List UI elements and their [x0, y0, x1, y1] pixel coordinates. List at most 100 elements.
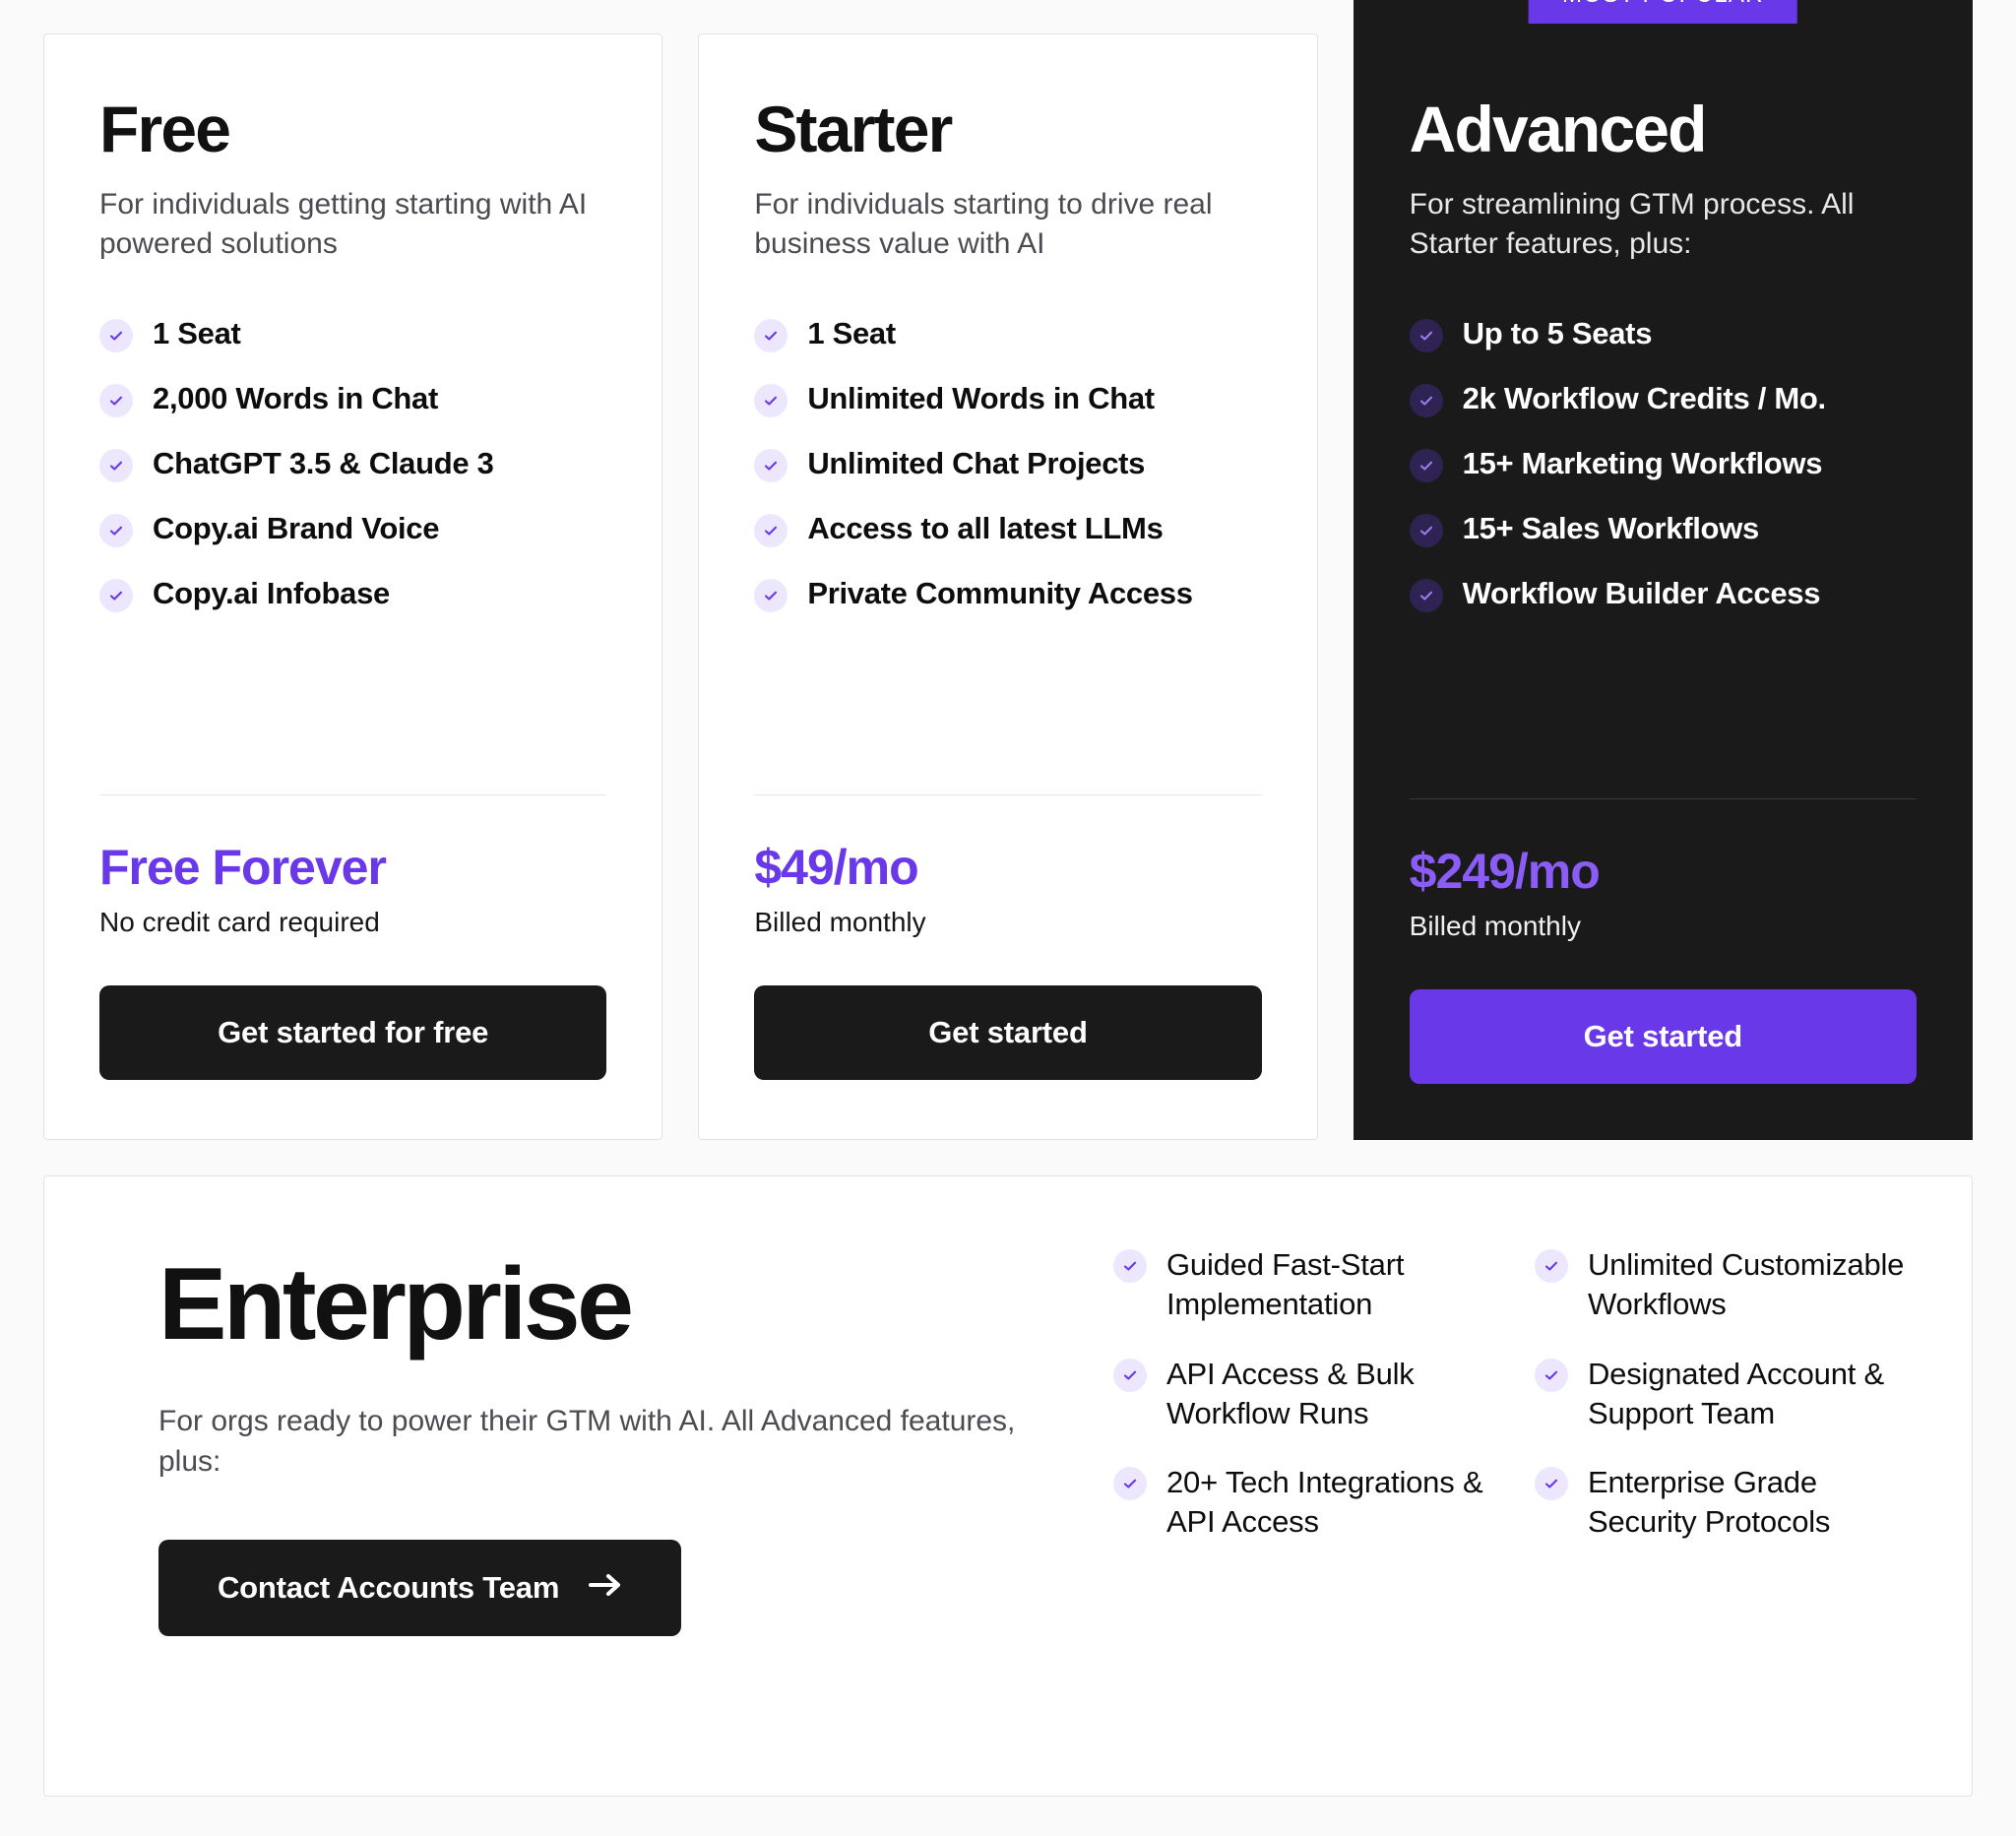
check-icon	[754, 384, 788, 418]
feature-item: Enterprise Grade Security Protocols	[1535, 1463, 1913, 1543]
plan-name: Starter	[754, 93, 953, 165]
enterprise-left-column: Enterprise For orgs ready to power their…	[158, 1241, 1074, 1737]
feature-label: API Access & Bulk Workflow Runs	[1166, 1356, 1415, 1430]
check-icon	[99, 319, 133, 353]
check-icon	[99, 514, 133, 548]
feature-list: 1 Seat 2,000 Words in Chat ChatGPT 3.5 &…	[99, 315, 606, 613]
plan-description: For individuals starting to drive real b…	[754, 188, 1213, 261]
feature-label: 15+ Marketing Workflows	[1462, 446, 1823, 481]
feature-item: 2,000 Words in Chat	[99, 380, 606, 418]
check-icon	[1535, 1467, 1568, 1501]
contact-accounts-team-button[interactable]: Contact Accounts Team	[158, 1539, 682, 1636]
feature-label: Unlimited Words in Chat	[807, 381, 1155, 416]
get-started-free-button[interactable]: Get started for free	[99, 985, 607, 1080]
check-icon	[1535, 1358, 1568, 1392]
plan-description: For orgs ready to power their GTM with A…	[158, 1405, 1016, 1479]
enterprise-feature-column-1: Guided Fast-Start Implementation API Acc…	[1113, 1245, 1491, 1737]
feature-item: 15+ Marketing Workflows	[1409, 445, 1917, 483]
feature-label: Unlimited Customizable Workflows	[1588, 1247, 1905, 1322]
plan-name: Enterprise	[158, 1247, 634, 1361]
feature-label: 15+ Sales Workflows	[1462, 511, 1760, 546]
plan-card-starter: Starter For individuals starting to driv…	[698, 33, 1318, 1140]
most-popular-badge: MOST POPULAR	[1528, 0, 1797, 24]
get-started-advanced-button[interactable]: Get started	[1409, 989, 1917, 1084]
price-block: $249/mo Billed monthly	[1410, 799, 1917, 942]
check-icon	[1113, 1467, 1147, 1501]
feature-label: Up to 5 Seats	[1462, 316, 1653, 351]
price-note: Billed monthly	[1409, 911, 1581, 941]
feature-item: Private Community Access	[754, 575, 1261, 613]
feature-item: API Access & Bulk Workflow Runs	[1113, 1355, 1491, 1434]
check-icon	[99, 579, 133, 613]
feature-item: Copy.ai Infobase	[99, 575, 606, 613]
enterprise-feature-column-2: Unlimited Customizable Workflows Designa…	[1535, 1245, 1913, 1737]
feature-list: 1 Seat Unlimited Words in Chat Unlimited…	[754, 315, 1261, 613]
check-icon	[1113, 1358, 1147, 1392]
enterprise-feature-columns: Guided Fast-Start Implementation API Acc…	[1113, 1241, 1913, 1737]
feature-label: 1 Seat	[153, 316, 241, 351]
feature-label: ChatGPT 3.5 & Claude 3	[153, 446, 494, 481]
feature-item: Copy.ai Brand Voice	[99, 510, 606, 548]
plan-description: For streamlining GTM process. All Starte…	[1409, 188, 1855, 261]
feature-item: Designated Account & Support Team	[1535, 1355, 1913, 1434]
feature-label: 20+ Tech Integrations & API Access	[1166, 1465, 1483, 1540]
feature-item: 1 Seat	[754, 315, 1261, 353]
price-value: Free Forever	[99, 840, 387, 895]
check-icon	[99, 449, 133, 483]
plan-name: Advanced	[1409, 93, 1708, 165]
feature-label: Designated Account & Support Team	[1588, 1356, 1885, 1430]
plan-cards-row: Free For individuals getting starting wi…	[43, 0, 1973, 1140]
feature-item: Workflow Builder Access	[1409, 575, 1917, 613]
feature-label: Guided Fast-Start Implementation	[1166, 1247, 1405, 1322]
check-icon	[1409, 384, 1443, 418]
plan-description: For individuals getting starting with AI…	[99, 188, 588, 261]
contact-accounts-team-label: Contact Accounts Team	[218, 1569, 560, 1605]
feature-item: 2k Workflow Credits / Mo.	[1409, 380, 1917, 418]
check-icon	[1409, 319, 1443, 353]
feature-item: Up to 5 Seats	[1409, 315, 1917, 353]
check-icon	[1409, 514, 1443, 548]
feature-label: Access to all latest LLMs	[807, 511, 1164, 546]
feature-item: ChatGPT 3.5 & Claude 3	[99, 445, 606, 483]
feature-label: 1 Seat	[807, 316, 896, 351]
check-icon	[754, 514, 788, 548]
feature-label: Copy.ai Brand Voice	[153, 511, 440, 546]
plan-name: Free	[99, 93, 231, 165]
feature-item: Guided Fast-Start Implementation	[1113, 1245, 1491, 1325]
price-note: No credit card required	[99, 907, 380, 937]
feature-list: Up to 5 Seats 2k Workflow Credits / Mo. …	[1409, 315, 1917, 613]
feature-label: Unlimited Chat Projects	[807, 446, 1146, 481]
check-icon	[754, 579, 788, 613]
get-started-starter-button[interactable]: Get started	[754, 985, 1262, 1080]
price-value: $249/mo	[1409, 844, 1601, 899]
check-icon	[754, 449, 788, 483]
price-value: $49/mo	[754, 840, 918, 895]
price-block: $49/mo Billed monthly	[754, 795, 1261, 938]
feature-label: Workflow Builder Access	[1462, 576, 1821, 611]
plan-card-free: Free For individuals getting starting wi…	[43, 33, 663, 1140]
price-block: Free Forever No credit card required	[99, 795, 606, 938]
feature-label: 2k Workflow Credits / Mo.	[1462, 381, 1826, 416]
feature-item: 20+ Tech Integrations & API Access	[1113, 1463, 1491, 1543]
check-icon	[1409, 579, 1443, 613]
feature-label: Private Community Access	[807, 576, 1193, 611]
feature-item: Unlimited Customizable Workflows	[1535, 1245, 1913, 1325]
feature-item: Unlimited Chat Projects	[754, 445, 1261, 483]
feature-item: 15+ Sales Workflows	[1409, 510, 1917, 548]
feature-item: Unlimited Words in Chat	[754, 380, 1261, 418]
check-icon	[99, 384, 133, 418]
arrow-right-icon	[589, 1570, 622, 1606]
feature-label: 2,000 Words in Chat	[153, 381, 439, 416]
feature-item: 1 Seat	[99, 315, 606, 353]
feature-item: Access to all latest LLMs	[754, 510, 1261, 548]
feature-label: Copy.ai Infobase	[153, 576, 390, 611]
check-icon	[1409, 449, 1443, 483]
feature-label: Enterprise Grade Security Protocols	[1588, 1465, 1831, 1540]
check-icon	[754, 319, 788, 353]
check-icon	[1113, 1249, 1147, 1283]
check-icon	[1535, 1249, 1568, 1283]
plan-card-advanced: MOST POPULAR Advanced For streamlining G…	[1353, 0, 1973, 1140]
plan-card-enterprise: Enterprise For orgs ready to power their…	[43, 1175, 1973, 1797]
price-note: Billed monthly	[754, 907, 926, 937]
pricing-page: Free For individuals getting starting wi…	[0, 0, 2016, 1836]
